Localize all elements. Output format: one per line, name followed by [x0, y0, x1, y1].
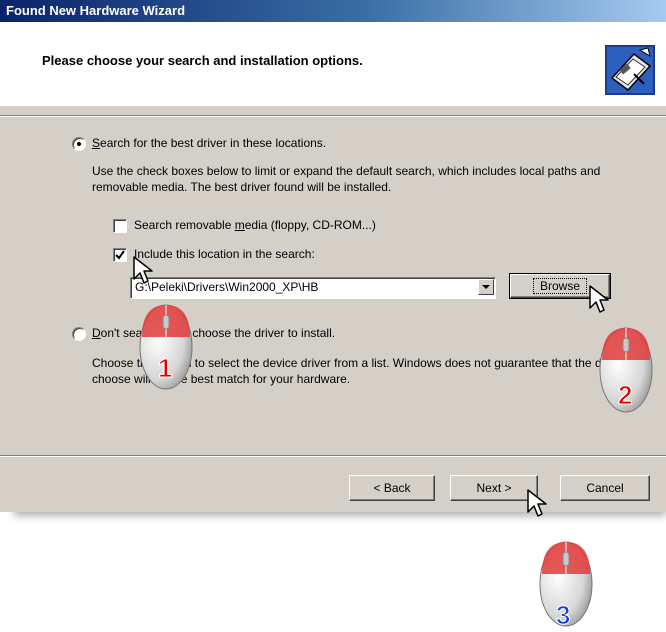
- wizard-window: Found New Hardware Wizard Please choose …: [0, 0, 666, 512]
- mouse-click-icon: 3: [539, 541, 593, 630]
- cancel-button[interactable]: Cancel: [560, 475, 650, 501]
- mouse-click-icon: 1: [139, 304, 193, 390]
- chevron-down-icon: [482, 285, 490, 289]
- next-button-label: Next >: [476, 481, 512, 495]
- mouse-pointer-icon: [527, 489, 547, 517]
- dont-search-radio[interactable]: [72, 327, 86, 341]
- mouse-pointer-icon: [589, 285, 609, 313]
- dont-search-label[interactable]: Don't search. I will choose the driver t…: [92, 326, 335, 340]
- mouse-pointer-icon: [133, 256, 153, 284]
- cancel-button-label: Cancel: [586, 481, 624, 495]
- include-location-label[interactable]: Include this location in the search:: [134, 247, 315, 261]
- back-button-label: < Back: [373, 481, 411, 495]
- radio-selected-dot: [77, 142, 81, 146]
- location-path-value[interactable]: G:\Peleki\Drivers\Win2000_XP\HB: [135, 280, 318, 294]
- step-3-label: 3: [556, 600, 570, 630]
- next-button[interactable]: Next >: [450, 475, 538, 501]
- search-best-driver-label[interactable]: Search for the best driver in these loca…: [92, 136, 326, 150]
- hardware-wizard-icon: [605, 45, 655, 95]
- page-title: Please choose your search and installati…: [42, 53, 363, 68]
- browse-button-label: Browse: [532, 278, 587, 294]
- window-title: Found New Hardware Wizard: [6, 3, 186, 18]
- back-button[interactable]: < Back: [349, 475, 435, 501]
- combo-dropdown-button[interactable]: [478, 279, 494, 295]
- footer-separator: [0, 455, 666, 457]
- mouse-click-icon: 2: [599, 327, 653, 413]
- removable-media-checkbox[interactable]: [113, 219, 127, 233]
- removable-media-label[interactable]: Search removable media (floppy, CD-ROM..…: [134, 218, 376, 232]
- step-1-label: 1: [158, 353, 172, 383]
- search-description: Use the check boxes below to limit or ex…: [92, 164, 601, 194]
- title-bar[interactable]: Found New Hardware Wizard: [0, 0, 666, 22]
- header-separator: [0, 115, 666, 117]
- checkmark-icon: [115, 250, 125, 260]
- include-location-checkbox[interactable]: [113, 248, 127, 262]
- wizard-header: Please choose your search and installati…: [0, 22, 666, 106]
- search-best-driver-radio[interactable]: [72, 137, 86, 151]
- step-2-label: 2: [618, 380, 632, 410]
